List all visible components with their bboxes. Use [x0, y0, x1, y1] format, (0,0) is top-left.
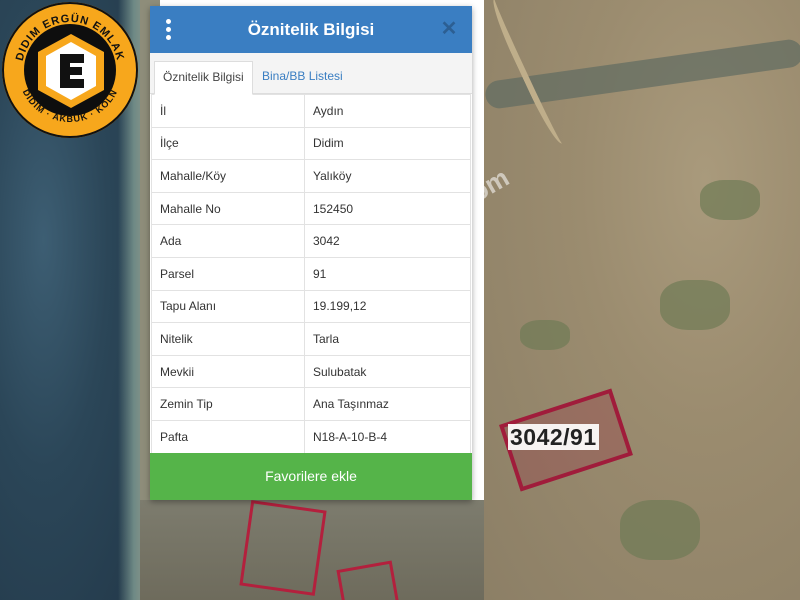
close-icon[interactable]: ✕: [438, 18, 460, 40]
attribute-value: Aydın: [304, 94, 471, 128]
table-row: Ada 3042: [151, 224, 471, 258]
table-row: Nitelik Tarla: [151, 322, 471, 356]
table-row: Pafta N18-A-10-B-4: [151, 419, 471, 454]
tab-building-list[interactable]: Bina/BB Listesi: [254, 61, 351, 93]
olive-grove: [700, 180, 760, 220]
attribute-key: Parsel: [151, 256, 305, 291]
panel-title: Öznitelik Bilgisi: [247, 20, 375, 39]
tab-attributes[interactable]: Öznitelik Bilgisi: [154, 61, 253, 95]
attribute-key: İlçe: [151, 126, 305, 161]
attribute-key: Mahalle/Köy: [151, 159, 305, 193]
company-logo: DIDIM ERGÜN EMLAK DIDIM · AKBÜK · KÖLN: [2, 2, 138, 138]
olive-grove: [620, 500, 700, 560]
attribute-key: Ada: [151, 224, 305, 258]
attribute-key: Mevkii: [151, 354, 305, 389]
logo-e-icon: [38, 34, 104, 108]
attribute-value: Tarla: [304, 322, 471, 356]
attribute-value: Yalıköy: [304, 159, 471, 193]
olive-grove: [660, 280, 730, 330]
attribute-panel: Öznitelik Bilgisi ✕ Öznitelik Bilgisi Bi…: [150, 6, 472, 500]
olive-grove: [520, 320, 570, 350]
table-row: Zemin Tip Ana Taşınmaz: [151, 387, 471, 421]
attribute-value: 91: [304, 256, 471, 291]
table-row: İlçe Didim: [151, 126, 471, 161]
attribute-value: Ana Taşınmaz: [304, 387, 471, 421]
table-row: Parsel 91: [151, 256, 471, 291]
attribute-value: 19.199,12: [304, 289, 471, 324]
attribute-table: İl Aydın İlçe Didim Mahalle/Köy Yalıköy Mahall…: [151, 94, 471, 454]
attribute-key: Tapu Alanı: [151, 289, 305, 324]
attribute-key: Pafta: [151, 419, 305, 454]
attribute-key: Mahalle No: [151, 191, 305, 226]
attribute-key: Zemin Tip: [151, 387, 305, 421]
table-row: Mahalle/Köy Yalıköy: [151, 159, 471, 193]
attribute-value: Sulubatak: [304, 354, 471, 389]
attribute-value: 152450: [304, 191, 471, 226]
table-row: Mevkii Sulubatak: [151, 354, 471, 389]
attribute-value: 3042: [304, 224, 471, 258]
attribute-value: N18-A-10-B-4: [304, 419, 471, 454]
tab-bar: Öznitelik Bilgisi Bina/BB Listesi: [150, 53, 472, 95]
table-row: Mahalle No 152450: [151, 191, 471, 226]
table-row: Tapu Alanı 19.199,12: [151, 289, 471, 324]
add-favorite-button[interactable]: Favorilere ekle: [150, 453, 472, 500]
table-row: İl Aydın: [151, 94, 471, 128]
parcel-label: 3042/91: [508, 424, 599, 450]
attribute-key: İl: [151, 94, 305, 128]
attribute-key: Nitelik: [151, 322, 305, 356]
parcel-outline: [239, 500, 327, 596]
attribute-value: Didim: [304, 126, 471, 161]
panel-header: Öznitelik Bilgisi ✕: [150, 6, 472, 53]
